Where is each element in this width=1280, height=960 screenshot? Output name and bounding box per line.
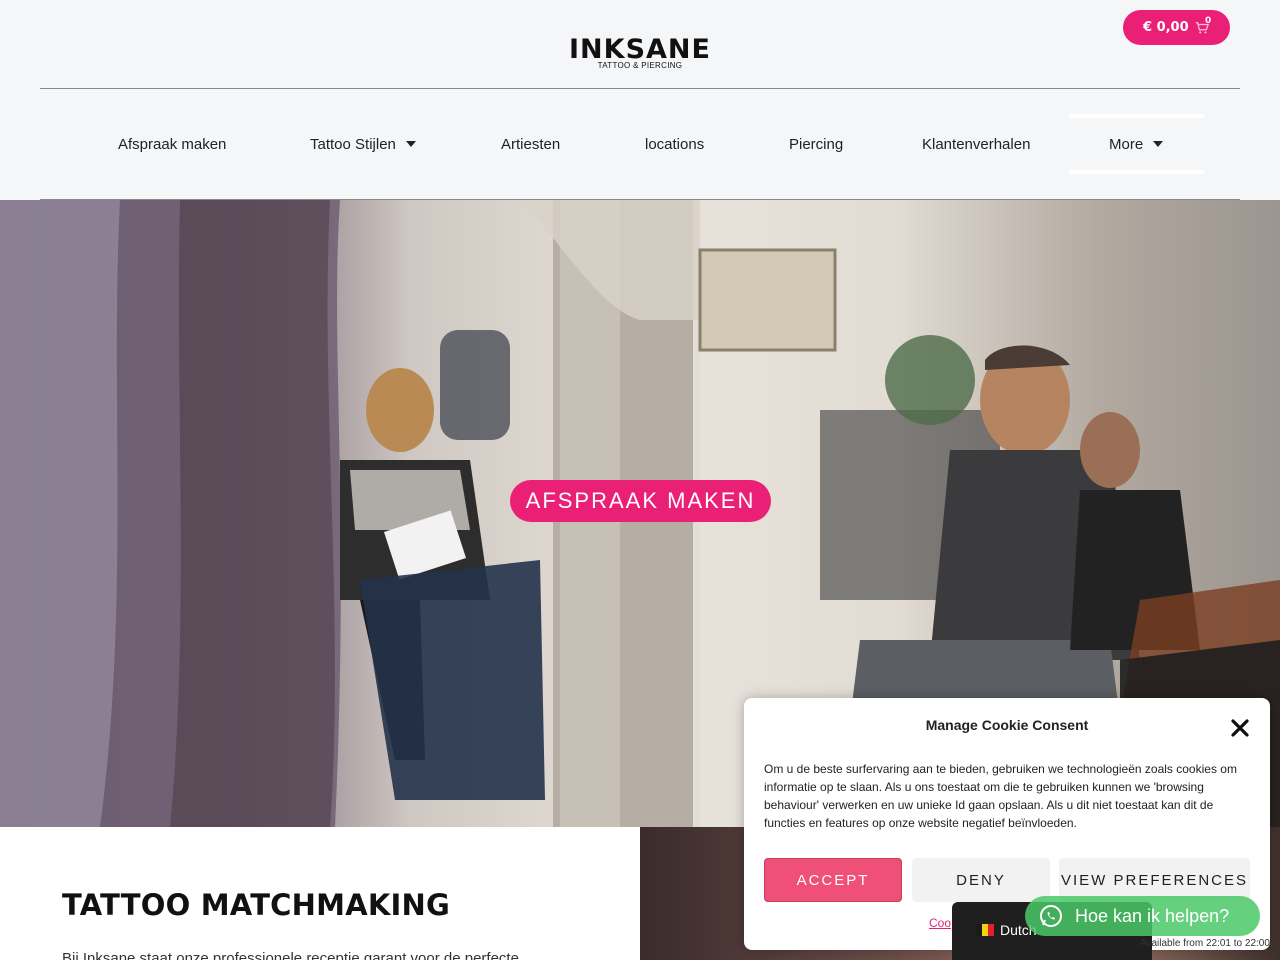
nav-label: Afspraak maken [118, 135, 227, 153]
chevron-down-icon [405, 141, 416, 147]
cookie-dialog-title: Manage Cookie Consent [925, 717, 1089, 733]
nav-item-klantenverhalen[interactable]: Klantenverhalen [922, 114, 1030, 174]
cart-count-badge: 0 [1205, 16, 1212, 26]
nav-item-artiesten[interactable]: Artiesten [501, 114, 560, 174]
whatsapp-availability: Available from 22:01 to 22:00 [1140, 938, 1270, 949]
main-nav: Afspraak maken Tattoo Stijlen Artiesten … [40, 114, 1240, 174]
whatsapp-chat-button[interactable]: Hoe kan ik helpen? [1025, 896, 1260, 936]
nav-item-more[interactable]: More [1069, 114, 1204, 174]
nav-label: Artiesten [501, 135, 561, 153]
cookie-accept-button[interactable]: ACCEPT [764, 858, 902, 902]
nav-label: Klantenverhalen [922, 135, 1031, 153]
nav-label: More [1109, 135, 1144, 153]
chevron-down-icon [1153, 141, 1164, 147]
section-body-text: Bij Inksane staat onze professionele rec… [62, 950, 519, 960]
hero-book-appointment-button[interactable]: AFSPRAAK MAKEN [510, 480, 771, 522]
cart-amount: € 0,00 [1143, 20, 1189, 35]
site-header: INKSANE TATTOO & PIERCING € 0,00 0 Afspr… [0, 0, 1280, 200]
cookie-policy-link[interactable]: Coo [929, 916, 951, 930]
whatsapp-icon [1040, 905, 1062, 927]
logo[interactable]: INKSANE TATTOO & PIERCING [540, 36, 740, 70]
cookie-deny-button[interactable]: DENY [912, 858, 1050, 902]
nav-label: Tattoo Stijlen [310, 135, 396, 153]
section-title: TATTOO MATCHMAKING [62, 888, 450, 922]
flag-icon [976, 924, 994, 936]
logo-wordmark: INKSANE [569, 34, 711, 65]
close-icon[interactable] [1228, 716, 1252, 740]
nav-item-tattoo-stijlen[interactable]: Tattoo Stijlen [310, 114, 416, 174]
nav-label: locations [645, 135, 705, 153]
nav-item-piercing[interactable]: Piercing [789, 114, 843, 174]
cart-button[interactable]: € 0,00 0 [1123, 10, 1230, 45]
nav-item-locations[interactable]: locations [645, 114, 704, 174]
nav-label: Piercing [789, 135, 844, 153]
header-divider-top [40, 88, 1240, 89]
nav-item-afspraak-maken[interactable]: Afspraak maken [118, 114, 226, 174]
cookie-dialog-text: Om u de beste surfervaring aan te bieden… [764, 762, 1237, 830]
whatsapp-label: Hoe kan ik helpen? [1075, 905, 1230, 926]
